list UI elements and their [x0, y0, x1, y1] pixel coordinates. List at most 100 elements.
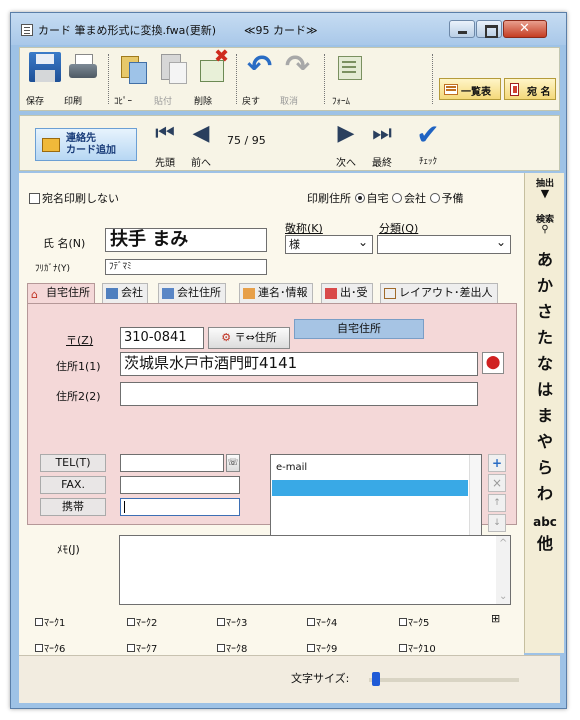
- form-button[interactable]: ﾌｫｰﾑ: [332, 52, 370, 107]
- print-button[interactable]: 印刷: [64, 52, 102, 107]
- memo-scrollbar[interactable]: ^ ⌄: [496, 536, 510, 604]
- tab-joint-info[interactable]: 連名･情報: [239, 283, 313, 303]
- first-icon: ⏮: [155, 121, 175, 146]
- remove-email-button[interactable]: ×: [488, 474, 506, 492]
- email-label: e-mail: [276, 462, 308, 473]
- index-na[interactable]: な: [525, 355, 565, 373]
- email-selected-row[interactable]: [272, 480, 468, 496]
- zip-to-address-button[interactable]: ⚙ 〒⇔住所: [208, 327, 290, 349]
- fax-field[interactable]: [120, 476, 240, 494]
- address2-field[interactable]: [120, 382, 478, 406]
- mark-2-checkbox[interactable]: ﾏｰｸ2: [127, 614, 157, 629]
- next-icon: ▶: [337, 121, 355, 146]
- delete-button[interactable]: 削除: [194, 46, 232, 107]
- tab-sent-received[interactable]: 出･受: [321, 283, 373, 303]
- address-view-button[interactable]: 宛 名: [504, 78, 556, 100]
- phone-book-button[interactable]: ☏: [226, 454, 240, 472]
- tab-company[interactable]: 会社: [102, 283, 148, 303]
- memo-label: ﾒﾓ(J): [57, 543, 80, 556]
- move-down-button[interactable]: ↓: [488, 514, 506, 532]
- x-icon: ×: [491, 476, 503, 490]
- mark-8-checkbox[interactable]: ﾏｰｸ8: [217, 640, 247, 655]
- people-icon: [243, 288, 255, 299]
- mark-1-checkbox[interactable]: ﾏｰｸ1: [35, 614, 65, 629]
- form-icon: [335, 52, 367, 82]
- index-ka[interactable]: か: [525, 277, 565, 295]
- app-icon: [21, 24, 33, 36]
- undo-button[interactable]: ↶ 戻す: [242, 52, 280, 108]
- card-counter: 75 / 95: [227, 134, 266, 147]
- font-size-slider[interactable]: [369, 672, 519, 686]
- add-email-button[interactable]: +: [488, 454, 506, 472]
- prev-button[interactable]: ◀ 前へ: [184, 122, 218, 170]
- mobile-label: 携帯: [40, 498, 106, 516]
- tab-layout-sender[interactable]: レイアウト･差出人: [380, 283, 498, 303]
- index-ra[interactable]: ら: [525, 459, 565, 477]
- index-ta[interactable]: た: [525, 329, 565, 347]
- index-wa[interactable]: わ: [525, 485, 565, 503]
- minimize-button[interactable]: [449, 20, 475, 38]
- name-label: 氏 名(N): [43, 237, 86, 250]
- mobile-field[interactable]: [120, 498, 240, 516]
- tel-label: TEL(T): [40, 454, 106, 472]
- radio-home[interactable]: 自宅: [354, 192, 389, 205]
- mark-3-checkbox[interactable]: ﾏｰｸ3: [217, 614, 247, 629]
- no-print-checkbox[interactable]: 宛名印刷しない: [29, 190, 119, 206]
- index-ya[interactable]: や: [525, 433, 565, 451]
- move-up-button[interactable]: ↑: [488, 494, 506, 512]
- address-card-icon: [510, 83, 519, 96]
- title-select[interactable]: 様: [285, 234, 373, 254]
- last-button[interactable]: ⏭ 最終: [365, 122, 399, 170]
- kana-field[interactable]: ﾌﾃﾞﾏﾐ: [105, 259, 267, 275]
- paste-button[interactable]: 貼付: [154, 52, 192, 107]
- address1-field[interactable]: 茨城県水戸市酒門町4141: [120, 352, 478, 376]
- mark-10-checkbox[interactable]: ﾏｰｸ10: [399, 640, 436, 655]
- delete-icon: [197, 46, 229, 82]
- radio-spare[interactable]: 予備: [429, 192, 464, 205]
- index-sa[interactable]: さ: [525, 303, 565, 321]
- email-scrollbar[interactable]: [469, 455, 481, 541]
- index-abc[interactable]: abc: [525, 513, 565, 531]
- save-button[interactable]: 保存: [26, 52, 64, 107]
- scroll-up-icon: ^: [499, 538, 508, 549]
- close-button[interactable]: [503, 20, 547, 38]
- index-other[interactable]: 他: [525, 535, 565, 553]
- category-select[interactable]: [377, 234, 511, 254]
- plus-icon: +: [491, 456, 503, 470]
- map-pin-button[interactable]: ⬤: [482, 352, 504, 374]
- copy-button[interactable]: ｺﾋﾟｰ: [114, 52, 152, 107]
- tab-company-address[interactable]: 会社住所: [158, 283, 226, 303]
- mark-7-checkbox[interactable]: ﾏｰｸ7: [127, 640, 157, 655]
- list-view-button[interactable]: 一覧表: [439, 78, 501, 100]
- zip-field[interactable]: 310-0841: [120, 327, 204, 349]
- address2-label: 住所2(2): [56, 390, 101, 403]
- email-list[interactable]: e-mail: [270, 454, 482, 542]
- memo-field[interactable]: ^ ⌄: [119, 535, 511, 605]
- mark-settings-button[interactable]: ⊞: [491, 612, 500, 625]
- index-a[interactable]: あ: [525, 251, 565, 269]
- next-button[interactable]: ▶ 次へ: [329, 121, 363, 170]
- radio-office[interactable]: 会社: [392, 192, 426, 205]
- name-field[interactable]: 扶手 まみ: [105, 228, 267, 252]
- check-button[interactable]: ✔ ﾁｪｯｸ: [413, 120, 443, 168]
- zip-convert-icon: ⚙: [221, 331, 232, 344]
- category-label: 分類(Q): [379, 222, 419, 235]
- redo-button[interactable]: ↷ 取消: [280, 52, 318, 108]
- add-contact-button[interactable]: 連絡先 カード追加: [35, 128, 137, 161]
- mark-9-checkbox[interactable]: ﾏｰｸ9: [307, 640, 337, 655]
- index-ma[interactable]: ま: [525, 407, 565, 425]
- office-icon: [162, 288, 174, 299]
- index-ha[interactable]: は: [525, 381, 565, 399]
- mark-4-checkbox[interactable]: ﾏｰｸ4: [307, 614, 337, 629]
- toolbar-separator: [236, 54, 237, 104]
- maximize-button[interactable]: [476, 20, 502, 38]
- first-button[interactable]: ⏮ 先頭: [148, 121, 182, 170]
- extract-button[interactable]: 抽出 ▼: [525, 179, 565, 199]
- tel-field[interactable]: [120, 454, 224, 472]
- font-size-slider-handle[interactable]: [371, 672, 380, 686]
- mark-6-checkbox[interactable]: ﾏｰｸ6: [35, 640, 65, 655]
- mark-5-checkbox[interactable]: ﾏｰｸ5: [399, 614, 429, 629]
- search-button[interactable]: 検索 ⚲: [525, 215, 565, 235]
- copy-icon: [117, 52, 149, 84]
- tab-home-address[interactable]: ⌂ 自宅住所: [27, 283, 95, 303]
